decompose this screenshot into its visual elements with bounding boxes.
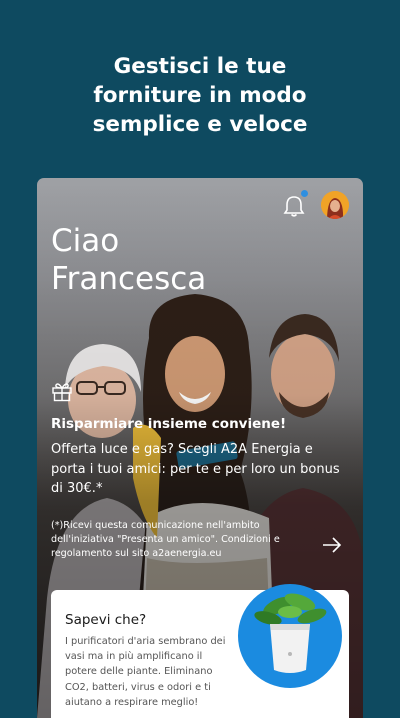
headline-line-3: semplice e veloce (92, 112, 308, 137)
avatar[interactable] (321, 191, 349, 219)
headline-line-2: forniture in modo (93, 83, 307, 108)
avatar-photo (321, 191, 349, 219)
air-purifier-image (238, 584, 342, 688)
bell-icon[interactable] (283, 194, 305, 218)
promo-note: (*)Ricevi questa comunicazione nell'ambi… (51, 520, 280, 559)
greeting-user-name: Francesca (51, 261, 207, 297)
notification-dot (301, 190, 308, 197)
plant-pot-illustration (254, 593, 327, 673)
greeting-line-1: Ciao (51, 223, 120, 259)
tip-body: I purificatori d'aria sembrano dei vasi … (65, 636, 226, 708)
tip-title: Sapevi che? (65, 612, 147, 628)
greeting: Ciao Francesca (51, 222, 206, 298)
headline: Gestisci le tue forniture in modo sempli… (0, 52, 400, 139)
promo-body: Offerta luce e gas? Scegli A2A Energia e… (51, 442, 340, 496)
arrow-right-icon[interactable] (321, 536, 343, 554)
gift-icon (52, 383, 72, 402)
headline-line-1: Gestisci le tue (113, 54, 287, 79)
promo-title: Risparmiare insieme conviene! (51, 416, 287, 432)
